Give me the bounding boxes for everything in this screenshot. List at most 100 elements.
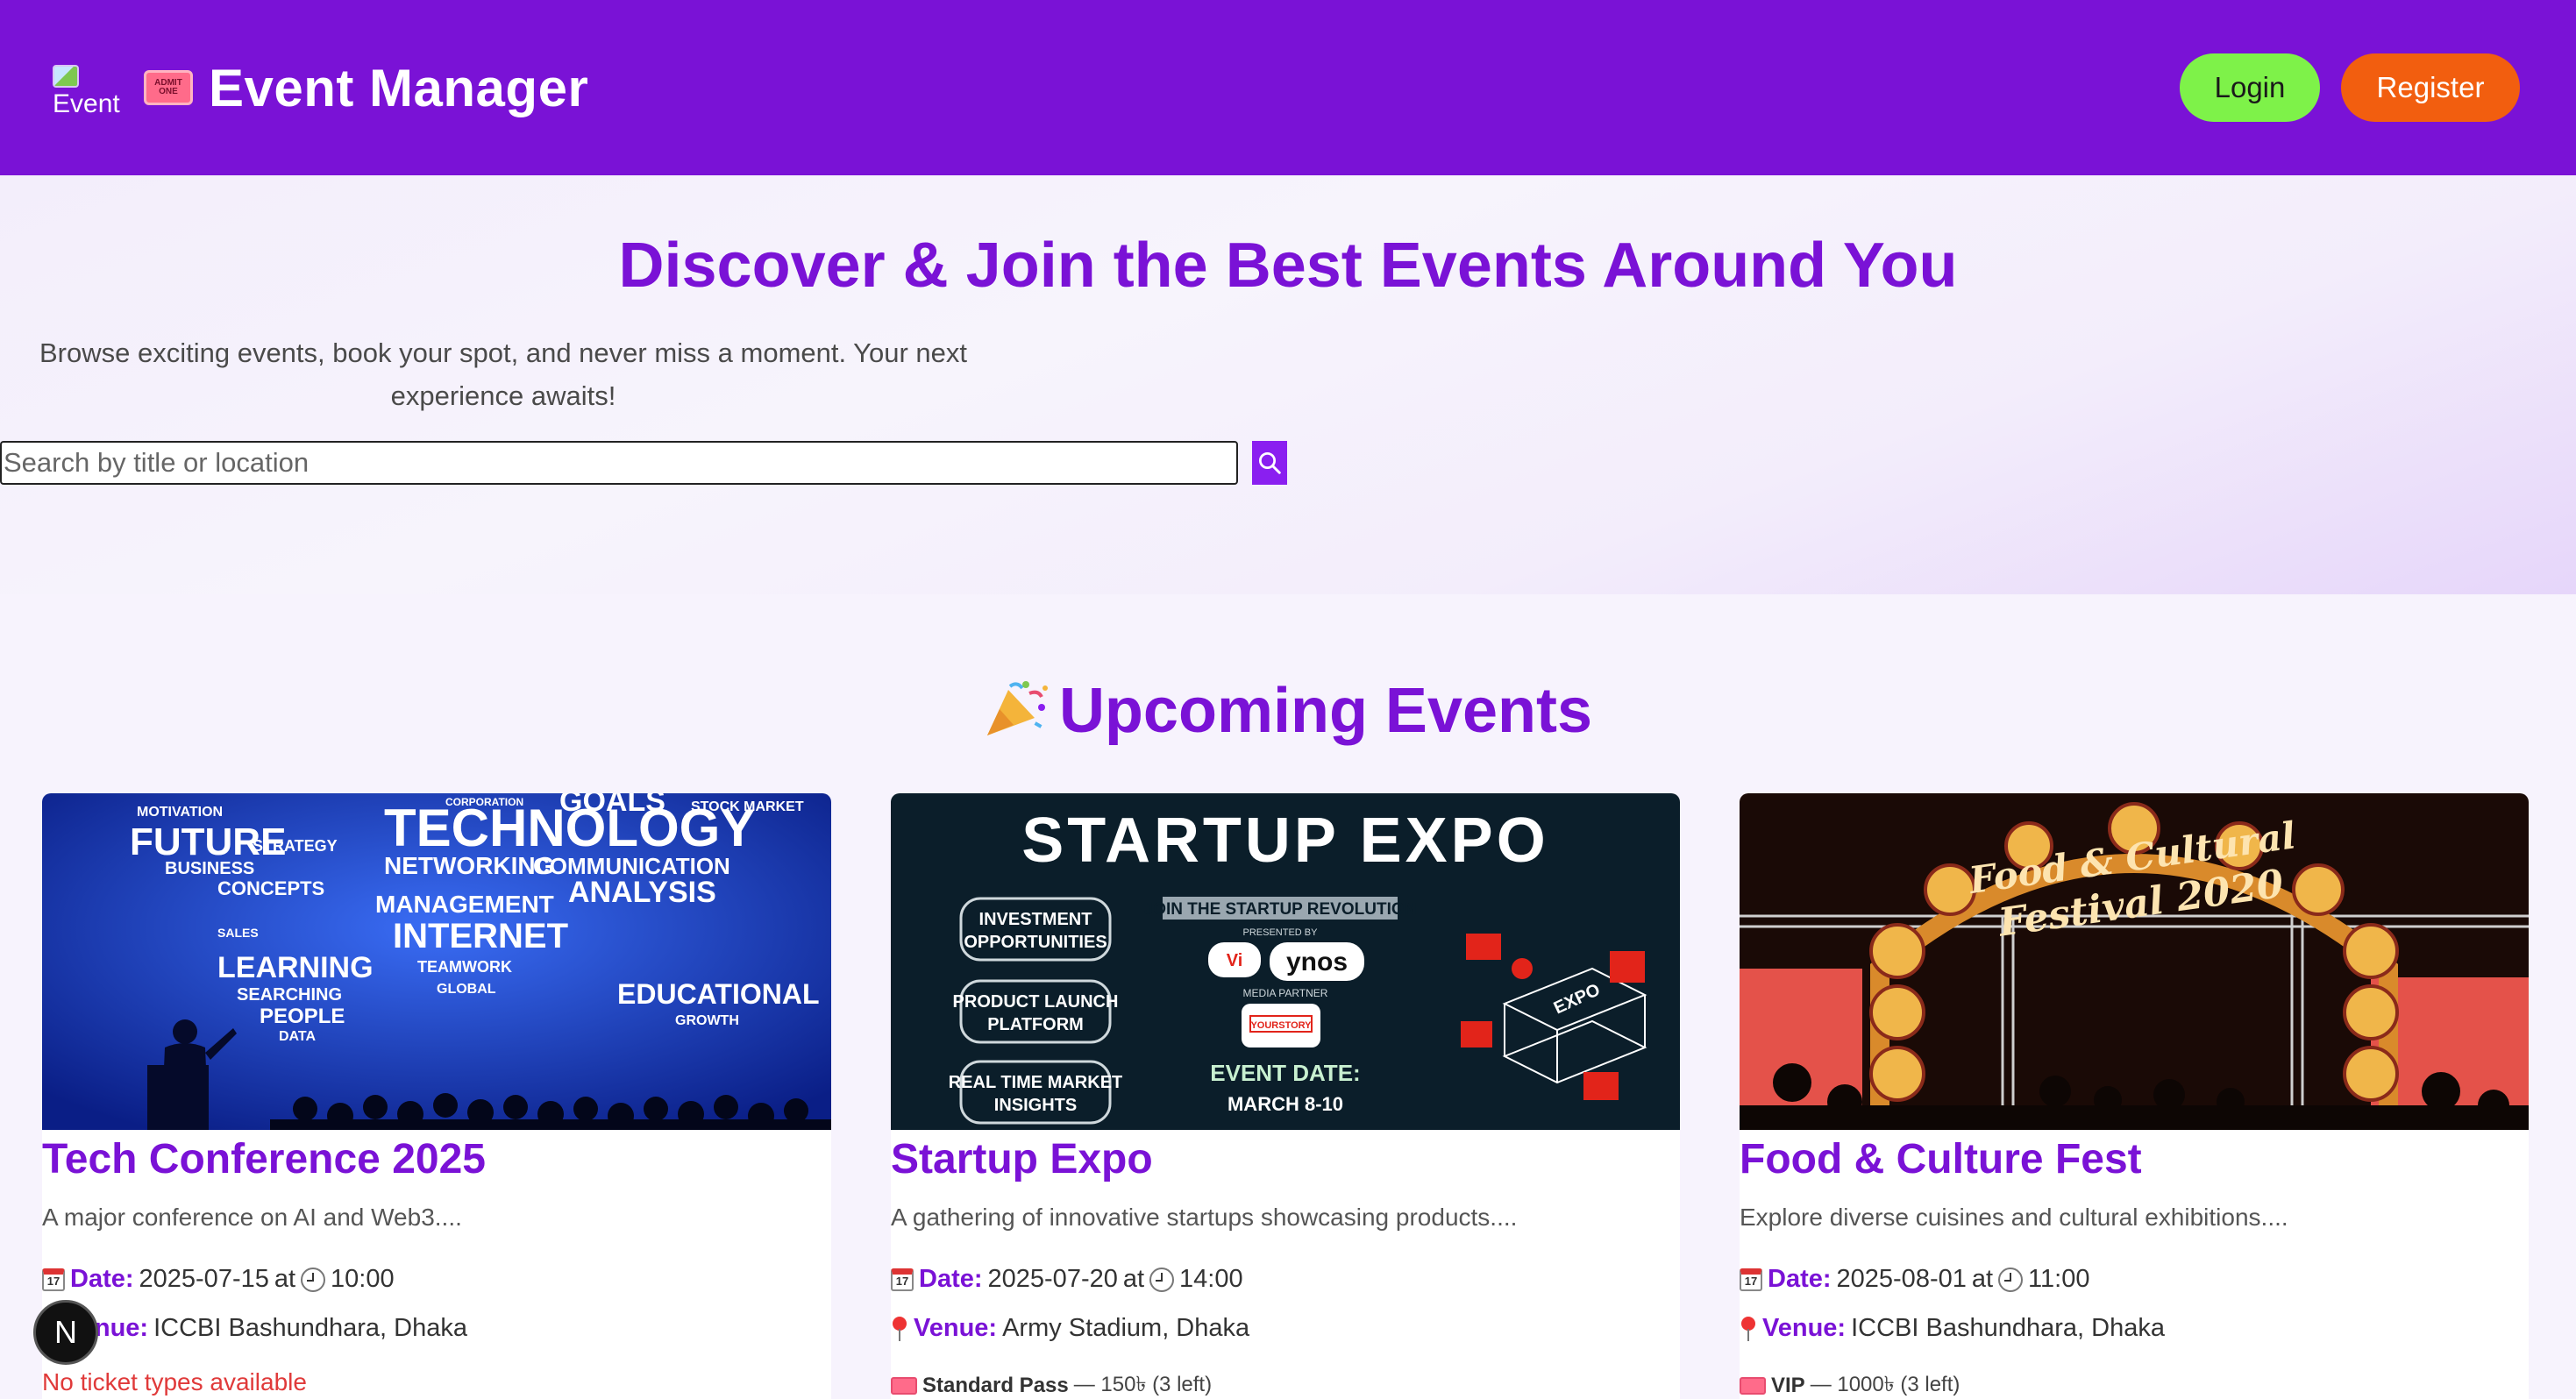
event-list: MOTIVATION FUTURE STRATEGY BUSINESS CONC…: [42, 793, 2529, 1399]
login-button[interactable]: Login: [2180, 53, 2320, 122]
event-venue: Venue: ICCBI Bashundhara, Dhaka: [1740, 1314, 2165, 1343]
event-date-caption: EVENT DATE:: [1210, 1060, 1360, 1086]
top-navbar: Event ADMIT ONE Event Manager Login Regi…: [0, 0, 2576, 175]
venue-label: Venue:: [1762, 1314, 1847, 1342]
event-image-tech: MOTIVATION FUTURE STRATEGY BUSINESS CONC…: [42, 793, 831, 1130]
calendar-icon: 17: [42, 1268, 65, 1291]
tech-word: TEAMWORK: [417, 958, 512, 976]
vi-logo: Vi: [1227, 951, 1243, 970]
broken-image-icon: [53, 65, 79, 88]
ticket-icon: ADMIT ONE: [144, 70, 193, 105]
event-description: A gathering of innovative startups showc…: [891, 1204, 1518, 1231]
event-image-food: Food & Cultural Festival 2020: [1740, 793, 2529, 1130]
tech-word: BUSINESS: [165, 859, 254, 878]
event-card[interactable]: Food & Cultural Festival 2020 Food & Cul…: [1740, 793, 2529, 1399]
ynos-logo: ynos: [1286, 948, 1348, 976]
date-label: Date:: [70, 1265, 134, 1293]
hero-subtitle-line2: experience awaits!: [390, 380, 616, 411]
hero-title: Discover & Join the Best Events Around Y…: [618, 231, 1958, 301]
tech-word: INTERNET: [393, 917, 568, 955]
nextjs-dev-badge[interactable]: N: [33, 1300, 98, 1365]
date-value: 2025-08-01: [1836, 1265, 1967, 1293]
ticket-detail: — 150৳ (3 left): [1073, 1373, 1213, 1396]
pill-text: INVESTMENT: [979, 910, 1092, 929]
clock-icon: [301, 1267, 326, 1292]
at-text: at: [1122, 1265, 1145, 1293]
tech-word: GOALS: [559, 793, 665, 818]
date-label: Date:: [1768, 1265, 1832, 1293]
presented-text: PRESENTED BY: [1243, 927, 1319, 938]
ticket-icon: [1740, 1377, 1766, 1395]
event-title[interactable]: Tech Conference 2025: [42, 1135, 486, 1183]
food-festival-image: Food & Cultural Festival 2020: [1740, 793, 2529, 1130]
event-date: 17 Date: 2025-07-20 at 14:00: [891, 1265, 1243, 1294]
event-venue: Venue: Army Stadium, Dhaka: [891, 1314, 1249, 1343]
at-text: at: [274, 1265, 296, 1293]
event-title[interactable]: Startup Expo: [891, 1135, 1153, 1183]
event-card[interactable]: MOTIVATION FUTURE STRATEGY BUSINESS CONC…: [42, 793, 831, 1399]
app-title: Event Manager: [209, 58, 589, 117]
register-button[interactable]: Register: [2341, 53, 2520, 122]
date-label: Date:: [919, 1265, 983, 1293]
event-description: A major conference on AI and Web3....: [42, 1204, 462, 1231]
auth-actions: Login Register: [2180, 53, 2520, 122]
party-popper-icon: [986, 681, 1048, 735]
no-tickets-message: No ticket types available: [42, 1368, 307, 1395]
tech-word: STRATEGY: [253, 837, 338, 855]
tech-word: MOTIVATION: [137, 805, 223, 820]
time-value: 11:00: [2028, 1265, 2090, 1293]
event-image-startup: STARTUP EXPO INVESTMENT OPPORTUNITIES PR…: [891, 793, 1680, 1130]
tech-word: STOCK MARKET: [691, 799, 804, 814]
pill-text: OPPORTUNITIES: [964, 933, 1107, 952]
calendar-icon: 17: [891, 1268, 914, 1291]
pill-text: PLATFORM: [987, 1015, 1084, 1034]
hero-section: Discover & Join the Best Events Around Y…: [0, 175, 2576, 594]
event-date: 17 Date: 2025-07-15 at 10:00: [42, 1265, 395, 1294]
ticket-icon: [891, 1377, 917, 1395]
search-button[interactable]: [1252, 441, 1287, 485]
venue-value: ICCBI Bashundhara, Dhaka: [153, 1314, 467, 1342]
tech-word: SEARCHING: [237, 985, 342, 1005]
ticket-type[interactable]: VIP — 1000৳ (3 left): [1740, 1368, 1960, 1399]
date-value: 2025-07-15: [139, 1265, 269, 1293]
date-value: 2025-07-20: [987, 1265, 1118, 1293]
tech-conference-image: MOTIVATION FUTURE STRATEGY BUSINESS CONC…: [42, 793, 831, 1130]
brand[interactable]: Event ADMIT ONE Event Manager: [53, 58, 588, 118]
tech-word: GLOBAL: [437, 982, 496, 997]
ticket-name: Standard Pass: [922, 1374, 1069, 1397]
search-input[interactable]: [0, 441, 1238, 485]
ticket-detail: — 1000৳ (3 left): [1810, 1373, 1960, 1396]
tech-word: EDUCATIONAL: [617, 978, 820, 1010]
pill-text: REAL TIME MARKET: [949, 1073, 1123, 1092]
event-title[interactable]: Food & Culture Fest: [1740, 1135, 2142, 1183]
tech-word: ANALYSIS: [568, 876, 716, 909]
media-partner-text: MEDIA PARTNER: [1243, 987, 1328, 999]
venue-label: Venue:: [914, 1314, 998, 1342]
at-text: at: [1971, 1265, 1994, 1293]
banner-text: JOIN THE STARTUP REVOLUTION: [1144, 900, 1417, 919]
tech-word: CORPORATION: [445, 796, 523, 808]
search-bar: [0, 441, 1287, 485]
tech-word: DATA: [279, 1029, 317, 1044]
tech-word: LEARNING: [217, 951, 374, 984]
clock-icon: [1149, 1267, 1175, 1292]
section-title: Upcoming Events: [0, 675, 2576, 747]
yourstory-logo: YOURSTORY: [1250, 1020, 1312, 1031]
time-value: 14:00: [1179, 1265, 1243, 1293]
ticket-type[interactable]: Standard Pass — 150৳ (3 left): [891, 1368, 1212, 1399]
tech-word: SALES: [217, 926, 259, 940]
tech-word: CONCEPTS: [217, 877, 324, 899]
venue-value: ICCBI Bashundhara, Dhaka: [1851, 1314, 2165, 1342]
section-title-text: Upcoming Events: [1058, 676, 1593, 746]
startup-expo-image: STARTUP EXPO INVESTMENT OPPORTUNITIES PR…: [891, 793, 1680, 1130]
calendar-icon: 17: [1740, 1268, 1762, 1291]
pin-icon: [1740, 1316, 1757, 1341]
tech-word: NETWORKING: [384, 852, 554, 879]
pin-icon: [891, 1316, 908, 1341]
clock-icon: [1998, 1267, 2024, 1292]
venue-value: Army Stadium, Dhaka: [1002, 1314, 1250, 1342]
tech-word: MANAGEMENT: [375, 891, 554, 918]
event-date: 17 Date: 2025-08-01 at 11:00: [1740, 1265, 2089, 1294]
tech-word: GROWTH: [675, 1013, 739, 1028]
event-card[interactable]: STARTUP EXPO INVESTMENT OPPORTUNITIES PR…: [891, 793, 1680, 1399]
